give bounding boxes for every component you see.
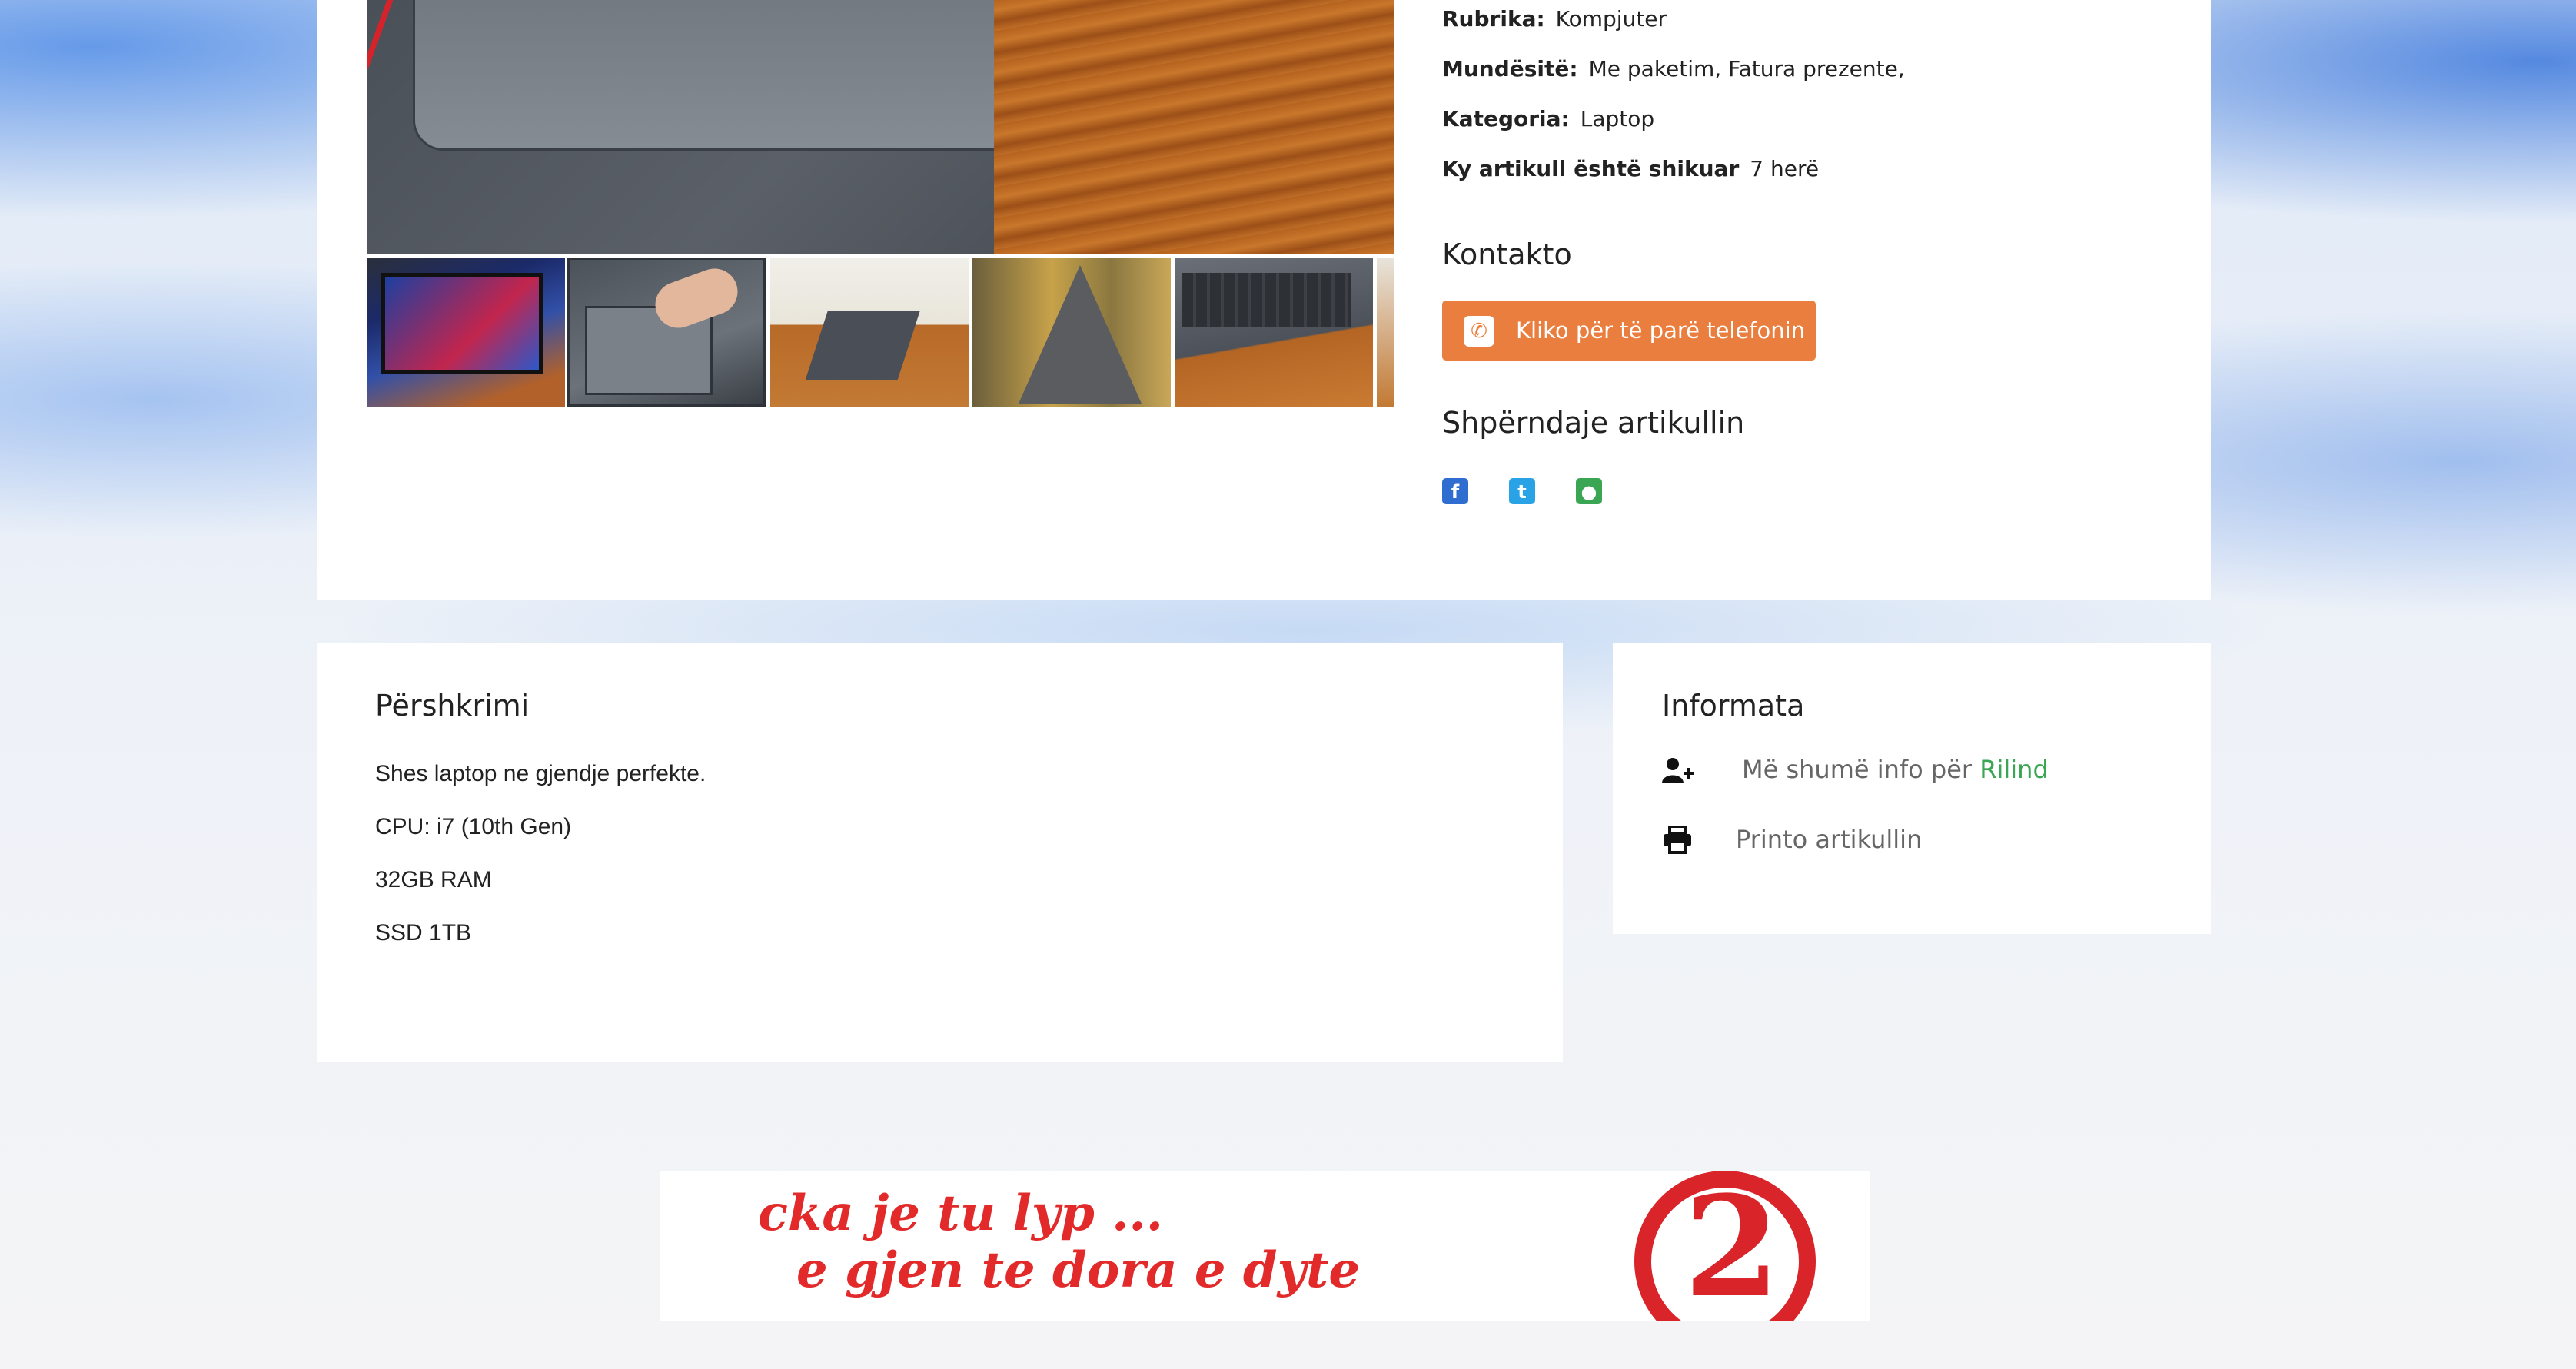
meta-kategoria-value: Laptop (1580, 106, 1655, 131)
info-title: Informata (1662, 689, 1805, 723)
facebook-icon[interactable]: f (1442, 478, 1468, 504)
meta-view-count-value: 7 herë (1750, 156, 1820, 181)
thumbnail-screen-graphic (381, 273, 543, 374)
user-plus-icon (1662, 758, 1694, 783)
reddit-icon[interactable]: ● (1576, 478, 1602, 504)
share-title: Shpërndaje artikullin (1442, 406, 1745, 440)
show-phone-button-label: Kliko për të parë telefonin (1516, 317, 1806, 344)
meta-mundesite: Mundësitë: Me paketim, Fatura prezente, (1442, 56, 1905, 81)
image-thumbnail-strip (367, 258, 1394, 407)
thumbnail-2-selected[interactable] (567, 258, 766, 407)
description-line: 32GB RAM (375, 867, 492, 892)
banner-logo-number: 2 (1684, 1171, 1780, 1321)
meta-view-count-label: Ky artikull është shikuar (1442, 156, 1740, 181)
thumbnail-5[interactable] (1175, 258, 1373, 407)
phone-icon: ✆ (1464, 316, 1494, 347)
thumbnail-4[interactable] (972, 258, 1171, 407)
description-title: Përshkrimi (375, 689, 530, 723)
wood-table-graphic (994, 0, 1394, 254)
thumbnail-laptop-graphic (805, 311, 920, 380)
printer-icon (1664, 826, 1691, 854)
show-phone-button[interactable]: ✆ Kliko për të parë telefonin (1442, 301, 1816, 361)
more-info-row[interactable]: Më shumë info për Rilind (1742, 755, 2049, 784)
thumbnail-6-partial[interactable] (1377, 258, 1394, 407)
contact-title: Kontakto (1442, 238, 1572, 271)
meta-rubrika: Rubrika: Kompjuter (1442, 6, 1667, 32)
info-panel (1613, 643, 2211, 934)
thumbnail-tent-mode-graphic (1019, 265, 1142, 404)
meta-rubrika-value: Kompjuter (1555, 6, 1667, 32)
description-line: CPU: i7 (10th Gen) (375, 814, 572, 839)
description-line: SSD 1TB (375, 920, 472, 945)
print-article-link[interactable]: Printo artikullin (1736, 825, 1922, 854)
meta-rubrika-label: Rubrika: (1442, 6, 1545, 32)
description-line: Shes laptop ne gjendje perfekte. (375, 761, 706, 786)
thumbnail-keyboard-graphic (1182, 273, 1351, 327)
meta-mundesite-value: Me paketim, Fatura prezente, (1588, 56, 1905, 81)
meta-kategoria-label: Kategoria: (1442, 106, 1570, 131)
banner-slogan-line2: e gjen te dora e dyte (796, 1241, 1361, 1299)
meta-kategoria: Kategoria: Laptop (1442, 106, 1654, 131)
twitter-icon[interactable]: t (1509, 478, 1535, 504)
banner-slogan-line1: cka je tu lyp ... (758, 1185, 1163, 1242)
thumbnail-1[interactable] (367, 258, 565, 407)
more-info-text: Më shumë info për (1742, 755, 1973, 784)
seller-profile-link[interactable]: Rilind (1979, 755, 2049, 784)
advertisement-banner[interactable]: cka je tu lyp ... e gjen te dora e dyte … (660, 1171, 1870, 1321)
main-product-image[interactable] (367, 0, 1394, 254)
thumbnail-3[interactable] (770, 258, 969, 407)
meta-mundesite-label: Mundësitë: (1442, 56, 1578, 81)
meta-view-count: Ky artikull është shikuar 7 herë (1442, 156, 1819, 181)
laptop-red-trim-graphic (367, 0, 394, 69)
